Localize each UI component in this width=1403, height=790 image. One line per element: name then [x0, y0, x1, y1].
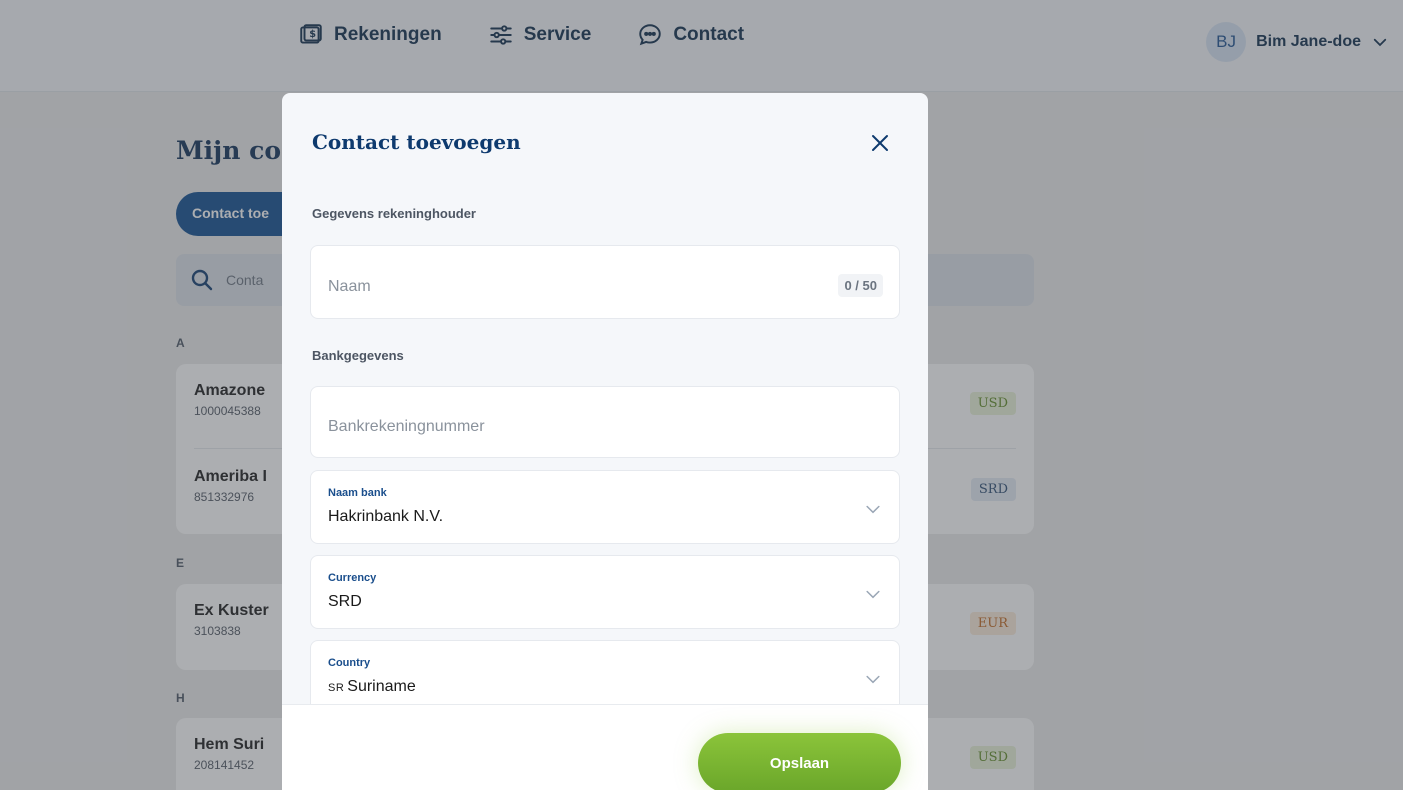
save-button[interactable]: Opslaan [698, 733, 901, 790]
dialog-title: Contact toevoegen [312, 130, 521, 154]
select-value: Hakrinbank N.V. [328, 508, 444, 525]
select-label: Naam bank [328, 487, 387, 499]
select-value: SR Suriname [328, 678, 416, 696]
add-contact-dialog: Contact toevoegen Gegevens rekeninghoude… [282, 93, 928, 790]
account-number-field[interactable]: Bankrekeningnummer [310, 386, 900, 458]
dialog-footer: Opslaan [282, 704, 928, 790]
section-label-bank: Bankgegevens [312, 348, 404, 363]
section-label-holder: Gegevens rekeninghouder [312, 206, 476, 221]
name-field[interactable]: Naam 0 / 50 [310, 245, 900, 319]
bank-name-select[interactable]: Naam bank Hakrinbank N.V. [310, 470, 900, 544]
chevron-down-icon [866, 590, 880, 599]
country-name: Suriname [347, 678, 416, 695]
chevron-down-icon [866, 505, 880, 514]
close-icon[interactable] [868, 131, 892, 155]
country-select[interactable]: Country SR Suriname [310, 640, 900, 714]
select-label: Currency [328, 572, 377, 584]
character-counter: 0 / 50 [838, 274, 883, 297]
currency-select[interactable]: Currency SRD [310, 555, 900, 629]
select-value: SRD [328, 593, 362, 610]
account-number-placeholder: Bankrekeningnummer [328, 418, 485, 435]
chevron-down-icon [866, 675, 880, 684]
country-code: SR [328, 682, 345, 694]
select-label: Country [328, 657, 371, 669]
name-placeholder: Naam [328, 278, 371, 295]
